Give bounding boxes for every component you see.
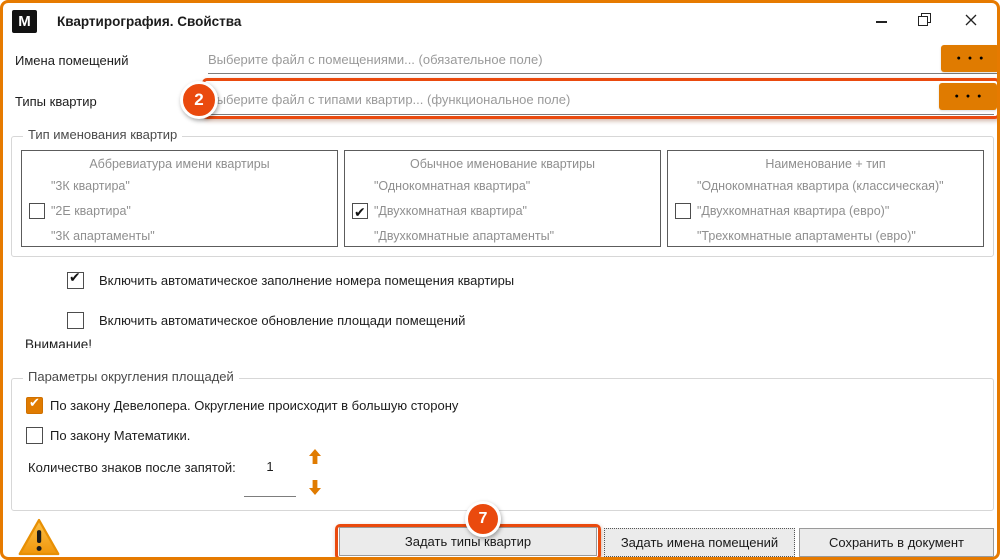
field-underline (208, 73, 999, 74)
math-rounding-label: По закону Математики. (50, 428, 190, 443)
naming-option-regular: Обычное именование квартиры "Однокомнатн… (344, 150, 661, 247)
room-names-field[interactable]: Выберите файл с помещениями... (обязател… (208, 52, 543, 67)
ellipsis-icon: ●●● (950, 55, 991, 62)
naming-example: "2Е квартира" (51, 204, 131, 218)
auto-number-checkbox[interactable] (67, 272, 84, 289)
auto-area-update-checkbox[interactable] (67, 312, 84, 329)
auto-area-update-label: Включить автоматическое обновление площа… (99, 313, 465, 328)
close-icon (965, 13, 977, 31)
naming-example: "3К апартаменты" (51, 229, 155, 243)
room-names-browse-button[interactable]: ●●● (941, 45, 999, 72)
naming-option-header: Обычное именование квартиры (345, 155, 660, 174)
ellipsis-icon: ●●● (948, 93, 989, 100)
save-to-document-button[interactable]: Сохранить в документ (799, 528, 994, 557)
minimize-icon (876, 21, 887, 23)
decimals-input[interactable]: 1 (244, 459, 296, 474)
restore-icon (918, 13, 931, 31)
naming-example: "Двухкомнатные апартаменты" (374, 229, 554, 243)
annotation-badge-7: 7 (465, 501, 501, 537)
minimize-button[interactable] (863, 9, 899, 35)
auto-number-label: Включить автоматическое заполнение номер… (99, 273, 514, 288)
naming-option-header: Аббревиатура имени квартиры (22, 155, 337, 174)
annotation-badge-2: 2 (180, 81, 218, 119)
developer-rounding-label: По закону Девелопера. Округление происхо… (50, 398, 458, 413)
rounding-group-title: Параметры округления площадей (23, 369, 239, 384)
naming-option-name-plus-type: Наименование + тип "Однокомнатная кварти… (667, 150, 984, 247)
set-apartment-types-button[interactable]: Задать типы квартир (339, 527, 597, 556)
apartment-types-field[interactable]: Выберите файл с типами квартир... (функц… (208, 92, 570, 107)
naming-option-checkbox[interactable] (675, 203, 691, 219)
naming-example: "Однокомнатная квартира (классическая)" (697, 179, 944, 193)
naming-example: "Трехкомнатные апартаменты (евро)" (697, 229, 916, 243)
naming-option-abbreviation: Аббревиатура имени квартиры "3К квартира… (21, 150, 338, 247)
dialog-window: M Квартирография. Свойства Имена помещен… (0, 0, 1000, 560)
naming-example: "Двухкомнатная квартира" (374, 204, 527, 218)
warning-note: Внимание! (25, 336, 225, 348)
spinner-up-button[interactable] (307, 450, 323, 467)
field-underline (208, 114, 994, 115)
set-room-names-button[interactable]: Задать имена помещений (604, 528, 795, 557)
maximize-button[interactable] (906, 9, 942, 35)
arrow-down-icon (308, 480, 322, 500)
naming-type-group: Тип именования квартир Аббревиатура имен… (11, 136, 994, 257)
spinner-down-button[interactable] (307, 481, 323, 498)
naming-example: "Однокомнатная квартира" (374, 179, 530, 193)
naming-option-header: Наименование + тип (668, 155, 983, 174)
room-names-label: Имена помещений (15, 53, 128, 68)
decimals-underline (244, 496, 296, 497)
warning-icon (17, 517, 61, 560)
developer-rounding-checkbox[interactable] (26, 397, 43, 414)
apartment-types-label: Типы квартир (15, 94, 97, 109)
apartment-types-browse-button[interactable]: ●●● (939, 83, 997, 110)
naming-option-checkbox[interactable] (352, 203, 368, 219)
naming-example: "Двухкомнатная квартира (евро)" (697, 204, 889, 218)
rounding-group: Параметры округления площадей По закону … (11, 378, 994, 511)
arrow-up-icon (308, 449, 322, 469)
app-logo: M (12, 10, 37, 33)
math-rounding-checkbox[interactable] (26, 427, 43, 444)
naming-example: "3К квартира" (51, 179, 130, 193)
naming-option-checkbox[interactable] (29, 203, 45, 219)
window-title: Квартирография. Свойства (57, 14, 241, 29)
naming-type-group-title: Тип именования квартир (23, 127, 182, 142)
close-button[interactable] (953, 9, 989, 35)
decimals-label: Количество знаков после запятой: (28, 460, 236, 475)
